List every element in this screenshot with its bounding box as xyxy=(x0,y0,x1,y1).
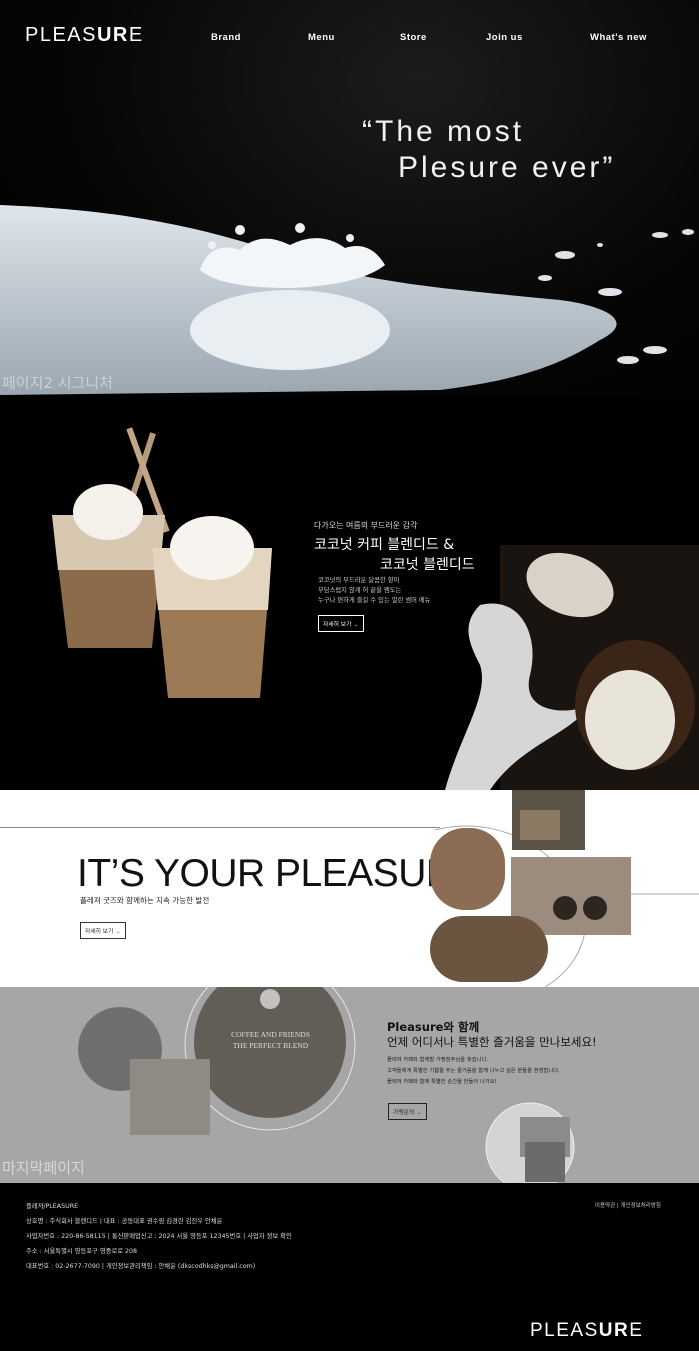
coconut-milk-image xyxy=(445,545,699,790)
signature-desc-line: 부담스럽지 않게 허 끝을 맴도는 xyxy=(318,587,402,594)
signature-section: 다가오는 여름의 부드러운 감각 코코넛 커피 블렌디드 & 코코넛 블렌디드 … xyxy=(0,395,699,790)
franchise-section: COFFEE AND FRIENDS THE PERFECT BLEND Ple… xyxy=(0,987,699,1183)
hero-section: PLEASURE Brand Menu Store Join us What's… xyxy=(0,0,699,395)
chair-image xyxy=(485,1102,575,1183)
footer-line: 상호명 : 주식회사 블렌디드 | 대표 : 공동대표 권수림 김경린 김진우 … xyxy=(26,1218,223,1225)
franchise-body-line: 고객들에게 특별한 기쁨을 주는 즐거움을 함께 나누고 싶은 분들을 환영합니… xyxy=(387,1068,560,1074)
signature-detail-button[interactable]: 자세히 보기 → xyxy=(318,615,364,632)
signature-kicker: 다가오는 여름의 부드러운 감각 xyxy=(314,521,418,530)
franchise-body-line: 플레져 카페와 함께 특별한 순간을 만들어 나가요! xyxy=(387,1079,497,1085)
cafe-sign-line1: COFFEE AND FRIENDS xyxy=(231,1030,310,1039)
franchise-inquiry-button[interactable]: 가맹문의 → xyxy=(388,1103,427,1120)
pleasure-detail-button[interactable]: 자세히 보기 → xyxy=(80,922,126,939)
signature-description: 코코넛의 부드러운 달콤한 향이 부담스럽지 않게 허 끝을 맴도는 누구나 편… xyxy=(318,576,431,606)
franchise-body-line: 플레져 카페와 함께할 가맹점주님을 찾습니다. xyxy=(387,1057,489,1063)
hero-quote-line1: “The most xyxy=(362,115,525,148)
footer-line: 대표번호 : 02-2677-7090 | 개인정보관리책임 : 안채윤 (dk… xyxy=(26,1263,256,1270)
hero-quote: “The most Plesure ever” xyxy=(362,114,615,186)
nav-brand[interactable]: Brand xyxy=(211,32,241,43)
nav-join-us[interactable]: Join us xyxy=(486,32,523,43)
main-nav: Brand Menu Store Join us What's new xyxy=(0,32,699,46)
pleasure-goods-section: IT’S YOUR PLEASURE 플레져 굿즈와 함께하는 지속 가능한 발… xyxy=(0,790,699,987)
pleasure-subtitle: 플레져 굿즈와 함께하는 지속 가능한 발전 xyxy=(80,896,210,905)
divider xyxy=(0,827,440,828)
nav-whats-new[interactable]: What's new xyxy=(590,32,647,43)
footer-line: 주소 : 서울특별시 영등포구 영중로로 208 xyxy=(26,1248,138,1255)
cafe-sign-line2: THE PERFECT BLEND xyxy=(232,1041,309,1050)
cafe-sign: COFFEE AND FRIENDS THE PERFECT BLEND xyxy=(228,1029,313,1051)
nav-menu[interactable]: Menu xyxy=(308,32,335,43)
nav-store[interactable]: Store xyxy=(400,32,427,43)
goods-collage-image xyxy=(430,790,699,987)
coconut-drinks-image xyxy=(52,427,272,698)
site-footer: 플레져/PLEASURE 상호명 : 주식회사 블렌디드 | 대표 : 공동대표… xyxy=(0,1183,699,1351)
pleasure-title: IT’S YOUR PLEASURE xyxy=(77,852,480,895)
footer-company: 플레져/PLEASURE xyxy=(26,1203,79,1210)
page-label: 페이지2 시그니처 xyxy=(2,374,113,392)
signature-desc-line: 누구나 편하게 즐길 수 있는 얼린 썸머 메뉴 xyxy=(318,597,431,604)
franchise-heading: Pleasure와 함께 xyxy=(387,1020,480,1034)
cafe-photos-image xyxy=(78,987,356,1135)
franchise-body: 플레져 카페와 함께할 가맹점주님을 찾습니다. 고객들에게 특별한 기쁨을 주… xyxy=(387,1055,560,1088)
signature-desc-line: 코코넛의 부드러운 달콤한 향이 xyxy=(318,577,400,584)
page-label: 마지막페이지 xyxy=(2,1159,85,1177)
milk-splash-image xyxy=(0,205,694,395)
footer-logo[interactable]: PLEASURE xyxy=(530,1320,643,1342)
footer-policy-links[interactable]: 이용약관 | 개인정보처리방침 xyxy=(595,1201,661,1209)
hero-quote-line2: Plesure ever” xyxy=(398,151,616,184)
footer-line: 사업자번호 : 220-86-58115 | 통신판매업신고 : 2024 서울… xyxy=(26,1233,292,1240)
franchise-subheading: 언제 어디서나 특별한 즐거움을 만나보세요! xyxy=(387,1035,597,1049)
